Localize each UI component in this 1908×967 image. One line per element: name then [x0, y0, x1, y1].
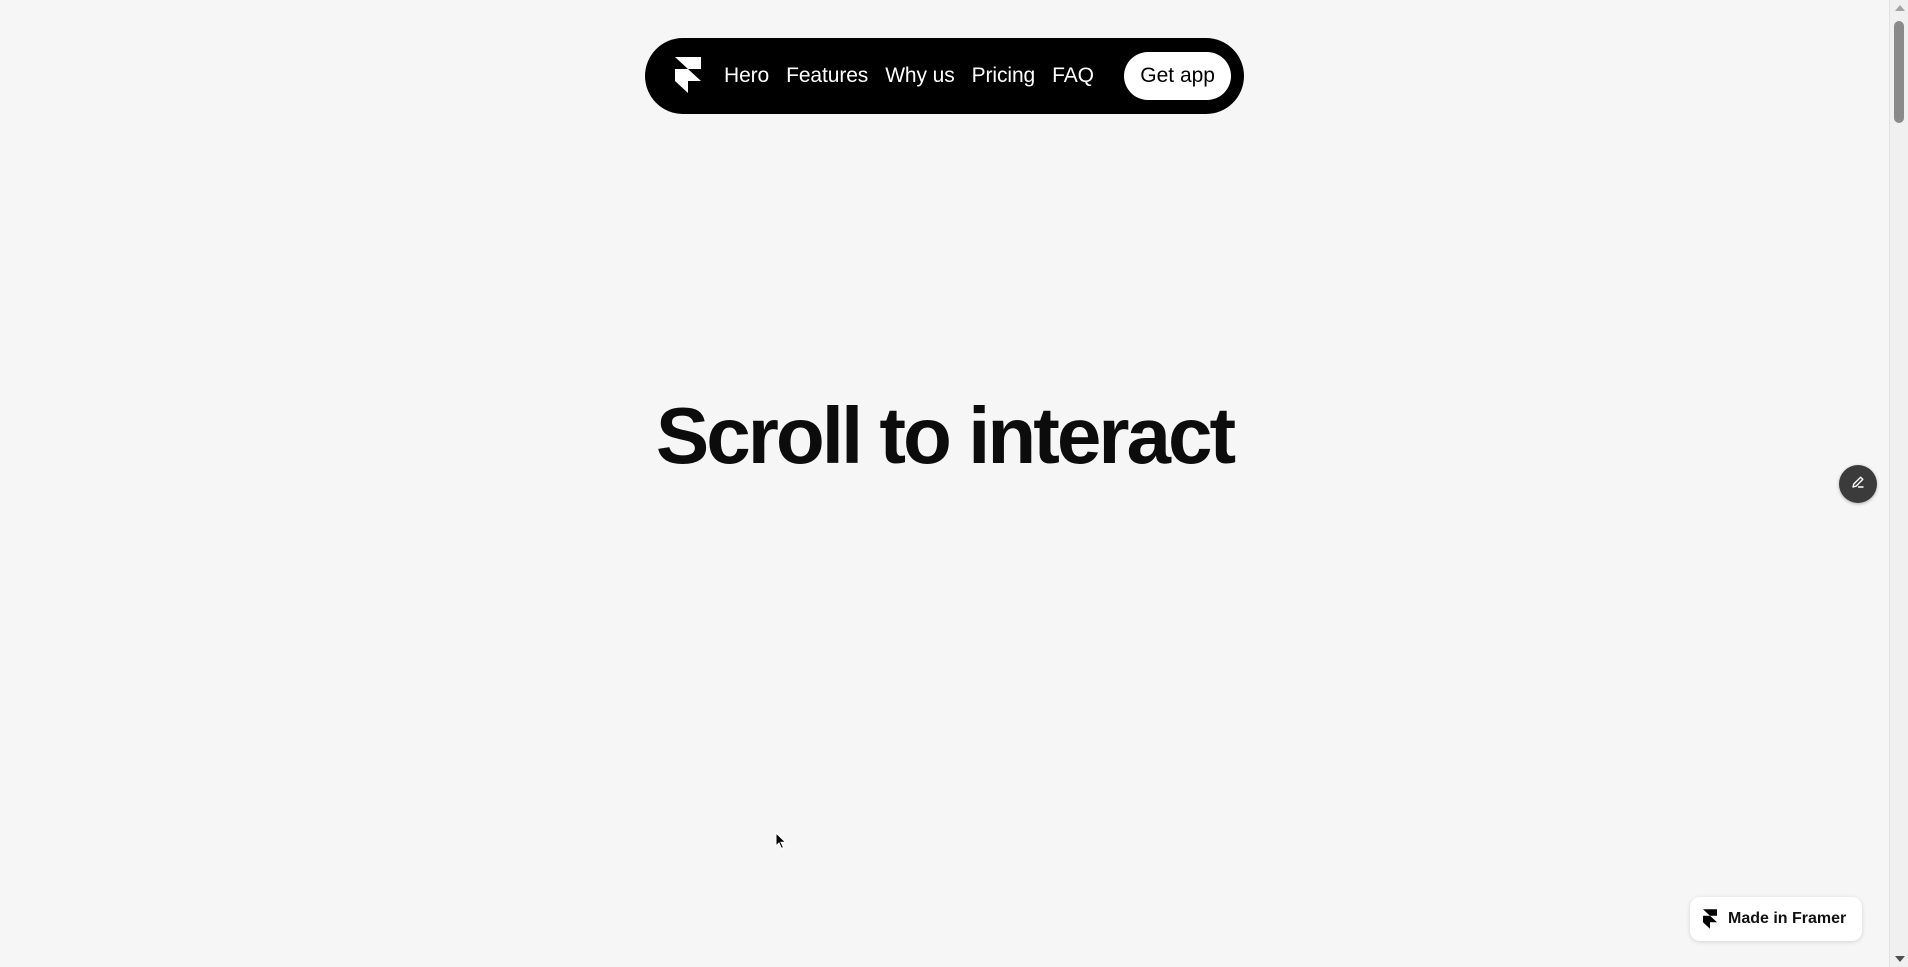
page: Hero Features Why us Pricing FAQ Get app…: [0, 0, 1889, 967]
edit-button[interactable]: [1839, 465, 1877, 503]
nav-link-features[interactable]: Features: [786, 64, 868, 88]
nav-links: Hero Features Why us Pricing FAQ: [724, 38, 1111, 114]
framer-logo-icon[interactable]: [669, 56, 707, 94]
scroll-up-arrow-icon[interactable]: [1895, 5, 1905, 11]
nav-link-pricing[interactable]: Pricing: [972, 64, 1036, 88]
mouse-cursor-icon: [775, 831, 787, 850]
vertical-scrollbar[interactable]: [1889, 0, 1908, 967]
hero-title: Scroll to interact: [655, 391, 1236, 480]
top-nav: Hero Features Why us Pricing FAQ Get app: [645, 38, 1244, 114]
framer-logo-icon: [1702, 909, 1718, 929]
scroll-down-arrow-icon[interactable]: [1895, 956, 1905, 962]
nav-link-faq[interactable]: FAQ: [1052, 64, 1094, 88]
pencil-icon: [1850, 474, 1866, 495]
made-in-framer-badge[interactable]: Made in Framer: [1690, 897, 1862, 941]
nav-link-hero[interactable]: Hero: [724, 64, 769, 88]
scrollbar-thumb[interactable]: [1894, 21, 1904, 123]
nav-link-why-us[interactable]: Why us: [885, 64, 955, 88]
get-app-button[interactable]: Get app: [1124, 52, 1231, 100]
badge-label: Made in Framer: [1728, 910, 1847, 927]
